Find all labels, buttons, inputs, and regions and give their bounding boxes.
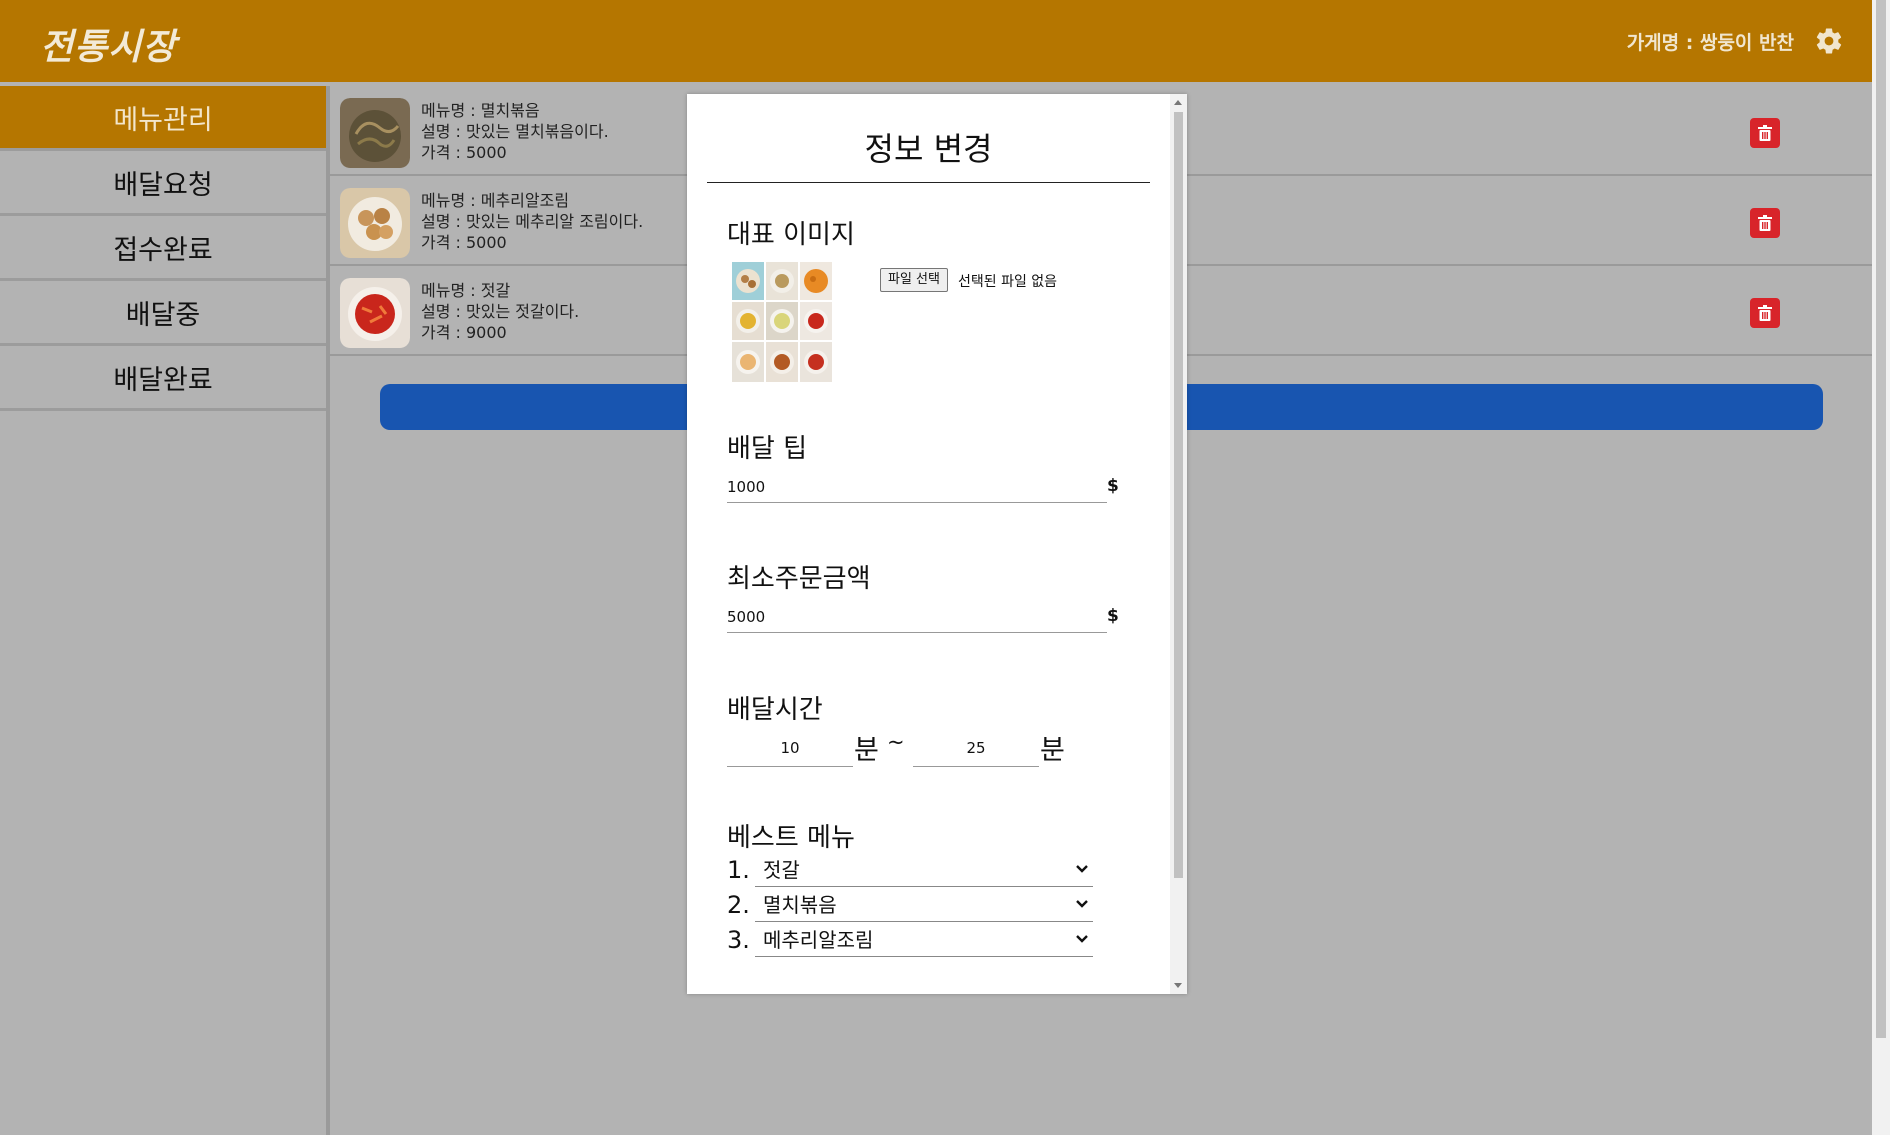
title-divider [707, 182, 1150, 183]
sidebar-item-accepted[interactable]: 접수완료 [0, 216, 326, 281]
sidebar-item-delivered[interactable]: 배달완료 [0, 346, 326, 411]
sidebar-item-menu-management[interactable]: 메뉴관리 [0, 86, 326, 151]
best-menu-select-2[interactable]: 멸치볶음 [755, 889, 1093, 922]
menu-thumbnail [340, 98, 410, 168]
rep-image-preview [731, 261, 833, 383]
currency-label: $ [1107, 476, 1119, 496]
menu-desc: 설명 : 맛있는 메추리알 조림이다. [421, 212, 644, 231]
best-menu-number: 2. [727, 891, 750, 919]
edit-info-modal: 정보 변경 대표 이미지 파일 선택 선택된 파일 없음 배달 팁 1000 $… [687, 94, 1187, 994]
sidebar-item-delivery-request[interactable]: 배달요청 [0, 151, 326, 216]
selected-value: 메추리알조림 [763, 928, 874, 952]
modal-scrollbar-thumb[interactable] [1174, 112, 1183, 878]
menu-price: 가격 : 9000 [421, 323, 507, 342]
menu-thumbnail [340, 188, 410, 258]
page-scrollbar-thumb[interactable] [1876, 0, 1886, 1038]
menu-price: 가격 : 5000 [421, 233, 507, 252]
menu-name: 메뉴명 : 메추리알조림 [421, 191, 570, 210]
selected-value: 멸치볶음 [763, 893, 837, 917]
delete-button[interactable] [1750, 298, 1780, 328]
modal-title: 정보 변경 [864, 130, 993, 168]
sidebar-item-label: 배달완료 [113, 364, 213, 396]
menu-desc: 설명 : 맛있는 멸치볶음이다. [421, 122, 609, 141]
delivery-tip-input[interactable]: 1000 [727, 472, 1107, 503]
file-status: 선택된 파일 없음 [958, 274, 1058, 290]
best-menu-number: 3. [727, 926, 750, 954]
selected-value: 젓갈 [763, 858, 800, 882]
menu-name: 메뉴명 : 멸치볶음 [421, 101, 540, 120]
range-tilde: ~ [887, 730, 905, 754]
menu-name: 메뉴명 : 젓갈 [421, 281, 511, 300]
delete-button[interactable] [1750, 208, 1780, 238]
menu-thumbnail [340, 278, 410, 348]
best-menu-select-1[interactable]: 젓갈 [755, 854, 1093, 887]
sidebar-item-label: 접수완료 [113, 234, 213, 266]
minute-unit: 분 [1040, 735, 1065, 766]
delete-button[interactable] [1750, 118, 1780, 148]
chevron-down-icon [1076, 900, 1088, 908]
scroll-down-arrow[interactable] [1174, 983, 1182, 988]
file-select-button[interactable]: 파일 선택 [880, 268, 948, 292]
minute-unit: 분 [854, 735, 879, 766]
top-header: 전통시장 가게명 : 쌍둥이 반찬 [0, 0, 1872, 82]
sidebar-item-label: 메뉴관리 [113, 104, 213, 136]
best-menu-label: 베스트 메뉴 [727, 823, 855, 853]
modal-scrollbar[interactable] [1170, 94, 1187, 994]
trash-icon [1758, 305, 1772, 321]
delivery-time-from-input[interactable]: 10 [727, 730, 853, 767]
sidebar-item-delivering[interactable]: 배달중 [0, 281, 326, 346]
min-order-label: 최소주문금액 [727, 564, 871, 594]
sidebar: 메뉴관리 배달요청 접수완료 배달중 배달완료 [0, 86, 330, 1135]
best-menu-select-3[interactable]: 메추리알조림 [755, 924, 1093, 957]
sidebar-item-label: 배달중 [125, 299, 201, 331]
rep-image-label: 대표 이미지 [727, 220, 855, 250]
gear-icon[interactable] [1814, 26, 1844, 56]
menu-desc: 설명 : 맛있는 젓갈이다. [421, 302, 580, 321]
chevron-down-icon [1076, 865, 1088, 873]
menu-price: 가격 : 5000 [421, 143, 507, 162]
trash-icon [1758, 125, 1772, 141]
scroll-up-arrow[interactable] [1174, 100, 1182, 105]
delivery-time-label: 배달시간 [727, 695, 823, 725]
page-scrollbar[interactable] [1872, 0, 1890, 1135]
delivery-tip-label: 배달 팁 [727, 434, 808, 464]
currency-label: $ [1107, 606, 1119, 626]
sidebar-item-label: 배달요청 [113, 169, 213, 201]
best-menu-number: 1. [727, 856, 750, 884]
delivery-time-to-input[interactable]: 25 [913, 730, 1039, 767]
chevron-down-icon [1076, 935, 1088, 943]
store-name: 가게명 : 쌍둥이 반찬 [1626, 32, 1794, 54]
app-logo[interactable]: 전통시장 [40, 18, 176, 70]
trash-icon [1758, 215, 1772, 231]
min-order-input[interactable]: 5000 [727, 602, 1107, 633]
